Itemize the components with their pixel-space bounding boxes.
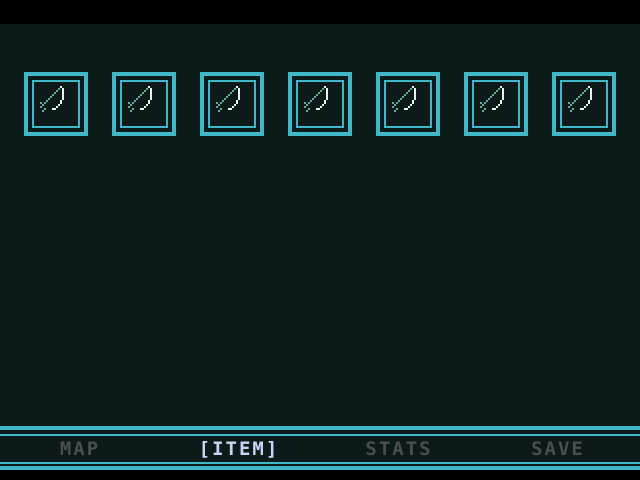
inventory-panel: [0, 24, 640, 426]
menu-border-line: [0, 462, 640, 464]
top-letterbox-bar: [0, 0, 640, 24]
inventory-slot-2[interactable]: [112, 72, 176, 136]
bottom-menu-bar: MAP [ITEM] STATS SAVE: [0, 426, 640, 480]
bow-icon: [480, 86, 504, 112]
menu-tab-stats[interactable]: STATS: [350, 436, 448, 462]
inventory-slot-3[interactable]: [200, 72, 264, 136]
inventory-slot-4[interactable]: [288, 72, 352, 136]
menu-tab-item[interactable]: [ITEM]: [180, 436, 298, 462]
bow-icon: [568, 86, 592, 112]
bow-icon: [40, 86, 64, 112]
bow-icon: [216, 86, 240, 112]
inventory-slot-1[interactable]: [24, 72, 88, 136]
bow-icon: [304, 86, 328, 112]
game-screen: MAP [ITEM] STATS SAVE: [0, 0, 640, 480]
bow-icon: [392, 86, 416, 112]
inventory-slot-7[interactable]: [552, 72, 616, 136]
inventory-slot-6[interactable]: [464, 72, 528, 136]
inventory-slot-5[interactable]: [376, 72, 440, 136]
menu-border-line: [0, 426, 640, 430]
menu-tab-save[interactable]: SAVE: [516, 436, 600, 462]
inventory-slot-row: [24, 72, 616, 136]
bottom-letterbox-bar: [0, 470, 640, 480]
bow-icon: [128, 86, 152, 112]
menu-tab-map[interactable]: MAP: [40, 436, 120, 462]
